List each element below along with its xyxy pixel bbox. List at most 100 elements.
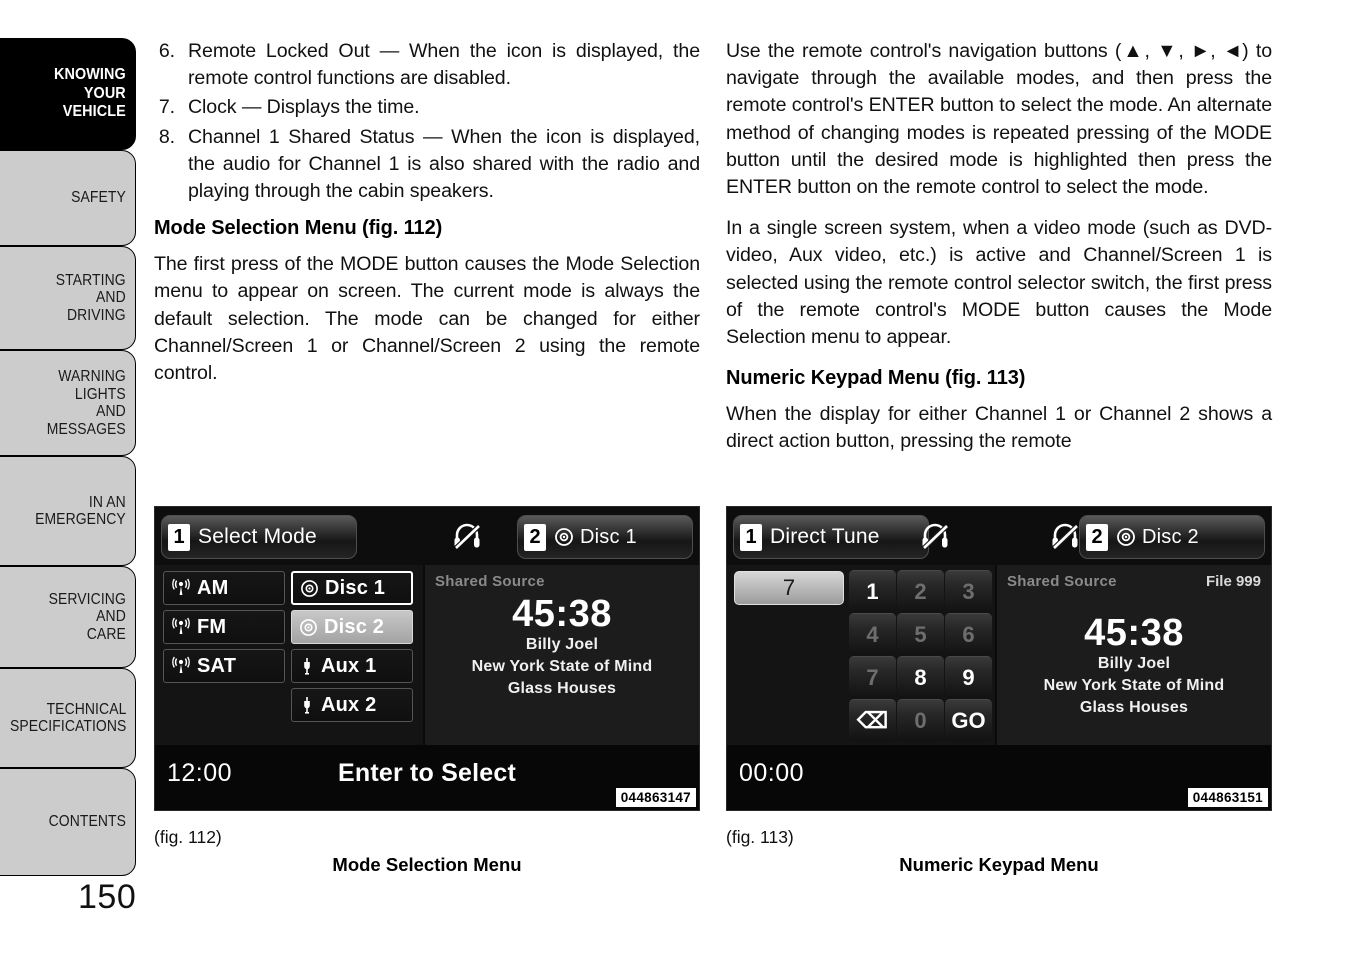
figure-112-mode-selection-menu: 1 Select Mode 2 Disc 1 AM FM SAT Disc 1 … bbox=[154, 506, 700, 811]
keypad-key-1[interactable]: 1 bbox=[849, 570, 896, 612]
list-item: 8. Channel 1 Shared Status — When the ic… bbox=[154, 124, 700, 206]
keypad-key-go[interactable]: GO bbox=[945, 699, 992, 741]
broadcast-icon bbox=[171, 656, 191, 676]
mode-button-fm[interactable]: FM bbox=[163, 610, 285, 644]
mode-button-label: SAT bbox=[197, 654, 237, 677]
sidebar-tab-label: SAFETY bbox=[71, 189, 126, 207]
headphones-muted-icon bbox=[1049, 521, 1081, 556]
channel-2-number-badge: 2 bbox=[1086, 523, 1108, 551]
mode-button-label: AM bbox=[197, 576, 229, 599]
mode-button-am[interactable]: AM bbox=[163, 571, 285, 605]
track-album: Glass Houses bbox=[1079, 699, 1189, 716]
file-number: File 999 bbox=[1205, 573, 1261, 590]
sidebar-tab-starting-and-driving[interactable]: STARTING AND DRIVING bbox=[0, 246, 136, 350]
list-item: 7. Clock — Displays the time. bbox=[154, 94, 700, 121]
sidebar-tab-label: SERVICING AND CARE bbox=[48, 590, 126, 643]
broadcast-icon bbox=[171, 617, 191, 637]
channel-1-title-pill[interactable]: 1 Select Mode bbox=[161, 515, 357, 559]
broadcast-icon bbox=[171, 578, 191, 598]
list-item-number: 8. bbox=[158, 125, 175, 148]
paragraph-single-screen-system: In a single screen system, when a video … bbox=[726, 217, 1272, 349]
sidebar-tab-knowing-your-vehicle[interactable]: KNOWING YOUR VEHICLE bbox=[0, 38, 136, 150]
mode-button-label: Disc 2 bbox=[324, 615, 385, 638]
sidebar-tab-label: STARTING AND DRIVING bbox=[56, 271, 126, 324]
paragraph-navigation-buttons: Use the remote control's navigation butt… bbox=[726, 40, 1272, 199]
aux-plug-icon bbox=[299, 695, 315, 715]
list-item-text: Channel 1 Shared Status — When the icon … bbox=[188, 125, 700, 203]
sidebar-tab-label: TECHNICAL SPECIFICATIONS bbox=[9, 700, 127, 736]
figure-part-number: 044863151 bbox=[1187, 788, 1268, 807]
sidebar-tab-servicing-and-care[interactable]: SERVICING AND CARE bbox=[0, 566, 136, 668]
sidebar-tab-label: IN AN EMERGENCY bbox=[35, 493, 126, 529]
page-number: 150 bbox=[78, 878, 137, 916]
keypad-row: 4 5 6 bbox=[849, 613, 999, 656]
headphones-muted-icon bbox=[919, 521, 951, 556]
channel-1-title: Select Mode bbox=[198, 525, 317, 548]
figure-113-caption: Numeric Keypad Menu bbox=[899, 854, 1099, 875]
list-item-text: Clock — Displays the time. bbox=[188, 96, 420, 119]
numeric-keypad: 1 2 3 4 5 6 7 8 9 ⌫ 0 GO bbox=[849, 570, 999, 742]
list-item-number: 6. bbox=[158, 40, 175, 62]
sidebar-tab-technical-specifications[interactable]: TECHNICAL SPECIFICATIONS bbox=[0, 668, 136, 768]
screen-header-bar: 1 Select Mode 2 Disc 1 bbox=[155, 507, 699, 565]
section-heading-mode-selection-menu: Mode Selection Menu (fig. 112) bbox=[154, 217, 443, 240]
keypad-key-8[interactable]: 8 bbox=[897, 656, 944, 698]
section-tabs-sidebar: KNOWING YOUR VEHICLE SAFETY STARTING AND… bbox=[0, 0, 136, 880]
sidebar-tab-safety[interactable]: SAFETY bbox=[0, 150, 136, 246]
source-modes-column: Disc 1 Disc 2 Aux 1 Aux 2 bbox=[291, 571, 413, 727]
track-time: 45:38 bbox=[1084, 612, 1184, 654]
keypad-key-6[interactable]: 6 bbox=[945, 613, 992, 655]
sidebar-tab-contents[interactable]: CONTENTS bbox=[0, 768, 136, 876]
list-item: 6. Remote Locked Out — When the icon is … bbox=[154, 38, 700, 92]
mode-button-disc-1[interactable]: Disc 1 bbox=[291, 571, 413, 605]
shared-source-label: Shared Source bbox=[1007, 573, 1117, 590]
track-artist: Billy Joel bbox=[1097, 655, 1171, 672]
numbered-list: 6. Remote Locked Out — When the icon is … bbox=[154, 38, 700, 205]
figure-113-label: (fig. 113) bbox=[726, 827, 794, 847]
radio-screen-numeric-keypad: 1 Direct Tune 2 Disc 2 7 1 2 3 4 5 6 7 8… bbox=[726, 506, 1272, 811]
sidebar-tab-in-an-emergency[interactable]: IN AN EMERGENCY bbox=[0, 456, 136, 566]
headphones-muted-icon bbox=[451, 521, 483, 556]
track-artist: Billy Joel bbox=[525, 636, 599, 653]
enter-to-select-hint: Enter to Select bbox=[337, 759, 517, 787]
radio-screen-mode-selection: 1 Select Mode 2 Disc 1 AM FM SAT Disc 1 … bbox=[154, 506, 700, 811]
aux-plug-icon bbox=[299, 656, 315, 676]
sidebar-tab-label: CONTENTS bbox=[48, 813, 126, 831]
keypad-row: ⌫ 0 GO bbox=[849, 699, 999, 742]
keypad-key-4[interactable]: 4 bbox=[849, 613, 896, 655]
clock: 00:00 bbox=[739, 759, 805, 787]
now-playing-panel: Shared Source 45:38 Billy Joel New York … bbox=[423, 565, 699, 745]
now-playing-panel: File 999 Shared Source 45:38 Billy Joel … bbox=[995, 565, 1271, 745]
keypad-key-9[interactable]: 9 bbox=[945, 656, 992, 698]
right-text-column: Use the remote control's navigation butt… bbox=[726, 38, 1272, 456]
keypad-backspace-icon[interactable]: ⌫ bbox=[849, 699, 896, 741]
channel-1-number-badge: 1 bbox=[740, 523, 762, 551]
sidebar-tab-warning-lights-and-messages[interactable]: WARNING LIGHTS AND MESSAGES bbox=[0, 350, 136, 456]
sidebar-tab-label: KNOWING YOUR VEHICLE bbox=[54, 66, 126, 121]
disc-icon bbox=[300, 579, 319, 598]
keypad-key-5[interactable]: 5 bbox=[897, 613, 944, 655]
track-title: New York State of Mind bbox=[1043, 677, 1225, 694]
list-item-text: Remote Locked Out — When the icon is dis… bbox=[188, 40, 700, 90]
channel-2-title: Disc 2 bbox=[1142, 525, 1199, 548]
channel-1-title-pill[interactable]: 1 Direct Tune bbox=[733, 515, 929, 559]
keypad-key-7[interactable]: 7 bbox=[849, 656, 896, 698]
mode-button-aux-2[interactable]: Aux 2 bbox=[291, 688, 413, 722]
keypad-key-3[interactable]: 3 bbox=[945, 570, 992, 612]
mode-button-sat[interactable]: SAT bbox=[163, 649, 285, 683]
disc-icon bbox=[554, 527, 574, 547]
mode-button-aux-1[interactable]: Aux 1 bbox=[291, 649, 413, 683]
screen-body: AM FM SAT Disc 1 Disc 2 Aux 1 Aux 2 Shar… bbox=[155, 565, 699, 745]
figure-112-label: (fig. 112) bbox=[154, 827, 222, 847]
channel-1-number-badge: 1 bbox=[168, 523, 190, 551]
channel-2-title: Disc 1 bbox=[580, 525, 637, 548]
channel-1-title: Direct Tune bbox=[770, 525, 880, 548]
keypad-key-0[interactable]: 0 bbox=[897, 699, 944, 741]
channel-2-title-pill[interactable]: 2 Disc 1 bbox=[517, 515, 693, 559]
channel-2-title-pill[interactable]: 2 Disc 2 bbox=[1079, 515, 1265, 559]
keypad-key-2[interactable]: 2 bbox=[897, 570, 944, 612]
mode-button-disc-2[interactable]: Disc 2 bbox=[291, 610, 413, 644]
figure-112-caption: Mode Selection Menu bbox=[332, 854, 522, 875]
figure-part-number: 044863147 bbox=[615, 788, 696, 807]
paragraph-mode-selection: The first press of the MODE button cause… bbox=[154, 253, 700, 385]
